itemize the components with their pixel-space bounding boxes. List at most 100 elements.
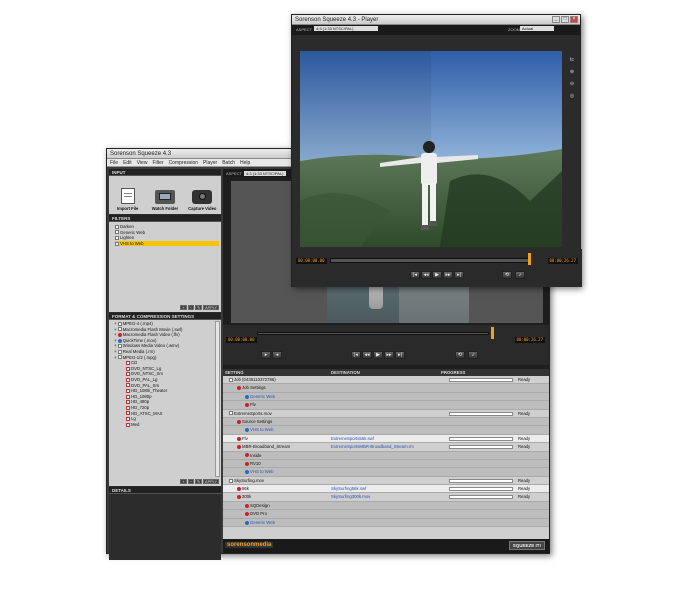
progress-bar <box>449 478 513 483</box>
format-add-button[interactable]: + <box>180 479 187 484</box>
format-remove-button[interactable]: − <box>187 479 194 484</box>
progress-bar <box>449 495 513 500</box>
main-transport-bar: 00:00:00.00 00:00:26.27 ▸ ◂ |◂ ◂◂ ▶ ▸▸ ▸… <box>223 325 549 365</box>
main-timecode-out: 00:00:26.27 <box>514 337 545 343</box>
mark-in-button[interactable]: ▸ <box>261 351 271 359</box>
player-go-start-button[interactable]: |◂ <box>410 271 420 279</box>
format-item[interactable]: Med <box>112 422 213 428</box>
job-row[interactable]: 56k SkySurfing56k.swf Ready <box>223 485 549 494</box>
player-forward-button[interactable]: ▸▸ <box>443 271 453 279</box>
volume-button[interactable]: ♪ <box>468 351 478 359</box>
job-row[interactable]: DVD Pro <box>223 510 549 519</box>
job-setting-cell: Inside <box>225 452 325 460</box>
capture-video-button[interactable]: Capture Video <box>185 190 219 212</box>
menu-view[interactable]: View <box>137 160 148 166</box>
player-transport: 00:00:00.00 00:00:26.27 |◂ ◂◂ ▶ ▸▸ ▸| ⟲ … <box>292 249 582 287</box>
loop-button[interactable]: ⟲ <box>455 351 465 359</box>
job-row[interactable]: Source Settings <box>223 417 549 427</box>
play-button[interactable]: ▶ <box>373 351 383 359</box>
go-start-button[interactable]: |◂ <box>351 351 361 359</box>
player-go-end-button[interactable]: ▸| <box>454 271 464 279</box>
player-playhead[interactable] <box>528 253 531 265</box>
main-playhead[interactable] <box>491 327 494 339</box>
zoom-in-icon[interactable]: ⊕ <box>570 69 574 75</box>
job-row[interactable]: VHS to Web <box>223 468 549 477</box>
menu-edit[interactable]: Edit <box>123 160 132 166</box>
main-in-out-buttons: ▸ ◂ <box>261 351 282 359</box>
filters-panel: Darken Generic Web Lighten VHS to Web + … <box>109 222 221 312</box>
player-play-button[interactable]: ▶ <box>432 271 442 279</box>
main-aspect-select[interactable]: 4:3 (1:33 NTSC/PAL) <box>244 170 286 176</box>
col-setting-header[interactable]: SETTING <box>225 369 325 376</box>
job-setting-label: Flv <box>242 435 248 441</box>
job-row[interactable]: Flv ExtremeSports56k.swf Ready <box>223 434 549 444</box>
job-row[interactable]: Inside <box>223 451 549 460</box>
menu-compression[interactable]: Compression <box>169 160 198 166</box>
format-toolbar: + − ✎ APPLY <box>180 479 219 484</box>
menu-player[interactable]: Player <box>203 160 217 166</box>
job-setting-label: Job Settings <box>242 385 266 391</box>
filter-icon <box>115 241 119 246</box>
filter-apply-button[interactable]: APPLY <box>203 305 219 310</box>
skydiving-video-frame <box>300 51 562 247</box>
job-row[interactable]: Flv <box>223 401 549 410</box>
import-file-button[interactable]: Import File <box>111 188 145 212</box>
player-maximize-button[interactable]: □ <box>561 16 569 23</box>
filter-icon <box>115 230 119 235</box>
job-row[interactable]: RV10 <box>223 459 549 469</box>
filter-edit-button[interactable]: ✎ <box>194 305 203 310</box>
col-progress-header[interactable]: PROGRESS <box>441 369 537 376</box>
job-row[interactable]: 300k SkySurfing300k.mov Ready <box>223 493 549 502</box>
format-scrollbar[interactable] <box>215 321 220 477</box>
player-window: Sorenson Squeeze 4.3 - Player _ □ × ASPE… <box>291 14 582 287</box>
job-row[interactable]: ExtremeSports.mov Ready <box>223 410 549 418</box>
progress-bar <box>449 445 513 450</box>
player-minimize-button[interactable]: _ <box>552 16 560 23</box>
player-rewind-button[interactable]: ◂◂ <box>421 271 431 279</box>
left-column: INPUT Import File Watch Folder Capture V… <box>109 169 221 560</box>
job-row[interactable]: Generic Web <box>223 518 549 528</box>
format-icon <box>126 422 130 427</box>
menu-batch[interactable]: Batch <box>222 160 235 166</box>
menu-file[interactable]: File <box>110 160 118 166</box>
job-destination-cell: SkySurfing300k.mov <box>331 494 371 500</box>
player-volume-button[interactable]: ♪ <box>515 271 525 279</box>
job-row[interactable]: MBR-Broadband_Stream ExtremeSportsMBR-Bro… <box>223 443 549 452</box>
job-setting-cell: Flv <box>225 401 325 409</box>
format-apply-button[interactable]: APPLY <box>203 479 219 484</box>
menu-filter[interactable]: Filter <box>152 160 163 166</box>
filter-item-selected[interactable]: VHS to Web <box>115 240 219 247</box>
job-row[interactable]: SQDesign <box>223 501 549 511</box>
job-row[interactable]: SkySurfing.mov Ready <box>223 477 549 486</box>
player-close-button[interactable]: × <box>570 16 578 23</box>
job-row[interactable]: Generic Web <box>223 392 549 402</box>
player-titlebar[interactable]: Sorenson Squeeze 4.3 - Player _ □ × <box>292 15 580 25</box>
tc-tool-button[interactable]: tc <box>570 57 574 63</box>
menu-help[interactable]: Help <box>240 160 250 166</box>
forward-button[interactable]: ▸▸ <box>384 351 394 359</box>
player-scrubber[interactable] <box>330 258 530 263</box>
player-zoom-select[interactable]: Actual <box>520 26 554 31</box>
input-panel: Import File Watch Folder Capture Video <box>109 176 221 214</box>
player-loop-button[interactable]: ⟲ <box>502 271 512 279</box>
mark-out-button[interactable]: ◂ <box>272 351 282 359</box>
zoom-out-icon[interactable]: ⊖ <box>570 81 574 87</box>
job-row-icon <box>229 411 233 416</box>
filter-add-button[interactable]: + <box>180 305 187 310</box>
watch-folder-button[interactable]: Watch Folder <box>148 190 182 212</box>
rewind-button[interactable]: ◂◂ <box>362 351 372 359</box>
player-aspect-select[interactable]: 4:3 (1:33 NTSC/PAL) <box>314 26 378 31</box>
format-edit-button[interactable]: ✎ <box>194 479 203 484</box>
job-row[interactable]: Job Settings <box>223 384 549 393</box>
input-panel-header: INPUT <box>109 169 221 176</box>
col-destination-header[interactable]: DESTINATION <box>331 369 441 376</box>
format-label: CD <box>131 360 138 366</box>
main-scrubber[interactable] <box>257 332 489 335</box>
job-row[interactable]: Job (0435110372786) Ready <box>223 376 549 385</box>
filter-remove-button[interactable]: − <box>187 305 194 310</box>
squeeze-it-button[interactable]: SQUEEZE IT! <box>508 541 545 550</box>
reset-icon[interactable]: ◎ <box>570 93 574 99</box>
job-setting-label: Generic Web <box>250 393 275 399</box>
go-end-button[interactable]: ▸| <box>395 351 405 359</box>
job-row[interactable]: VHS to Web <box>223 426 549 435</box>
